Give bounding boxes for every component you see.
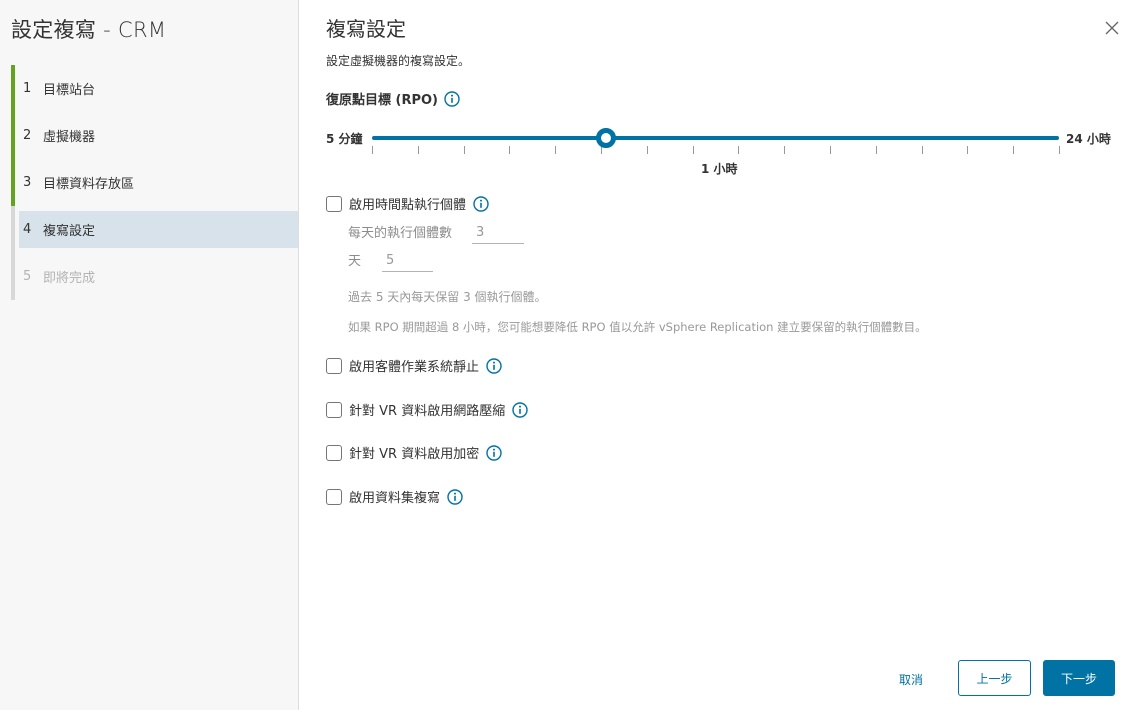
wizard-steps: 1 目標站台 2 虛擬機器 3 目標資料存放區 4 複寫設定 5 即將完成 <box>11 65 298 300</box>
slider-tick <box>555 146 557 154</box>
step-number: 5 <box>23 269 32 284</box>
step-target-datastore[interactable]: 3 目標資料存放區 <box>11 159 298 206</box>
pit-label: 啟用時間點執行個體 <box>349 198 467 213</box>
datasets-option: 啟用資料集複寫 <box>326 487 463 506</box>
rpo-slider-ticks <box>372 146 1060 154</box>
slider-tick <box>967 146 969 154</box>
pit-option: 啟用時間點執行個體 <box>326 194 489 213</box>
encryption-label: 針對 VR 資料啟用加密 <box>349 447 480 462</box>
slider-tick <box>692 146 694 154</box>
rpo-label: 復原點目標 (RPO) <box>326 89 460 108</box>
slider-tick <box>372 146 373 154</box>
days-label: 天 <box>348 254 362 269</box>
step-replication-settings[interactable]: 4 複寫設定 <box>11 206 298 253</box>
slider-tick <box>875 146 877 154</box>
step-ready-to-complete: 5 即將完成 <box>11 253 298 300</box>
step-label: 虛擬機器 <box>43 130 96 145</box>
slider-tick <box>417 146 419 154</box>
pit-hint-retention: 過去 5 天內每天保留 3 個執行個體。 <box>348 290 547 304</box>
slider-tick <box>1013 146 1015 154</box>
quiescing-option: 啟用客體作業系統靜止 <box>326 356 502 375</box>
page-title: 複寫設定 <box>326 17 406 41</box>
info-icon[interactable] <box>486 357 502 374</box>
slider-tick <box>1059 146 1060 154</box>
slider-tick <box>646 146 648 154</box>
info-icon[interactable] <box>512 401 528 418</box>
slider-tick <box>509 146 511 154</box>
step-number: 1 <box>23 81 32 96</box>
rpo-slider-track[interactable] <box>372 136 1059 140</box>
step-virtual-machines[interactable]: 2 虛擬機器 <box>11 112 298 159</box>
slider-tick <box>463 146 465 154</box>
slider-tick <box>921 146 923 154</box>
slider-max-label: 24 小時 <box>1066 132 1111 146</box>
info-icon[interactable] <box>444 90 460 107</box>
wizard-content: 複寫設定 設定虛擬機器的複寫設定。 復原點目標 (RPO) 5 分鐘 24 小時… <box>299 0 1132 710</box>
wizard-sidebar: 設定複寫 - CRM 1 目標站台 2 虛擬機器 3 目標資料存放區 4 複寫設… <box>0 0 299 710</box>
rpo-label-text: 復原點目標 (RPO) <box>326 93 438 108</box>
step-label: 目標資料存放區 <box>43 177 135 192</box>
step-number: 4 <box>23 222 32 237</box>
step-target-site[interactable]: 1 目標站台 <box>11 65 298 112</box>
page-subtitle: 設定虛擬機器的複寫設定。 <box>326 54 471 68</box>
slider-tick <box>830 146 831 154</box>
close-icon[interactable] <box>1104 20 1120 36</box>
quiescing-checkbox[interactable] <box>326 357 342 374</box>
back-button[interactable]: 上一步 <box>958 660 1031 696</box>
cancel-button[interactable]: 取消 <box>883 661 939 697</box>
info-icon[interactable] <box>486 444 502 461</box>
slider-value-label: 1 小時 <box>701 162 738 176</box>
encryption-checkbox[interactable] <box>326 444 342 461</box>
info-icon[interactable] <box>473 195 489 212</box>
pit-hint-rpo: 如果 RPO 期間超過 8 小時，您可能想要降低 RPO 值以允許 vSpher… <box>348 320 927 334</box>
info-icon[interactable] <box>447 488 463 505</box>
step-number: 3 <box>23 175 32 190</box>
compression-option: 針對 VR 資料啟用網路壓縮 <box>326 400 528 419</box>
rpo-slider-handle[interactable] <box>595 128 616 148</box>
quiescing-label: 啟用客體作業系統靜止 <box>349 360 480 375</box>
datasets-checkbox[interactable] <box>326 488 342 505</box>
wizard-title: 設定複寫 - CRM <box>11 18 167 42</box>
step-label: 目標站台 <box>43 83 96 98</box>
compression-label: 針對 VR 資料啟用網路壓縮 <box>349 404 506 419</box>
next-button[interactable]: 下一步 <box>1043 660 1115 696</box>
slider-tick <box>738 146 740 154</box>
instances-per-day-label: 每天的執行個體數 <box>348 226 453 241</box>
step-label: 複寫設定 <box>43 224 96 239</box>
step-number: 2 <box>23 128 32 143</box>
compression-checkbox[interactable] <box>326 401 342 418</box>
instances-per-day-input[interactable] <box>472 222 524 244</box>
slider-min-label: 5 分鐘 <box>326 132 363 146</box>
step-label: 即將完成 <box>43 271 96 286</box>
datasets-label: 啟用資料集複寫 <box>349 491 441 506</box>
encryption-option: 針對 VR 資料啟用加密 <box>326 443 502 462</box>
pit-checkbox[interactable] <box>326 195 342 212</box>
days-input[interactable] <box>382 250 433 272</box>
slider-tick <box>784 146 786 154</box>
